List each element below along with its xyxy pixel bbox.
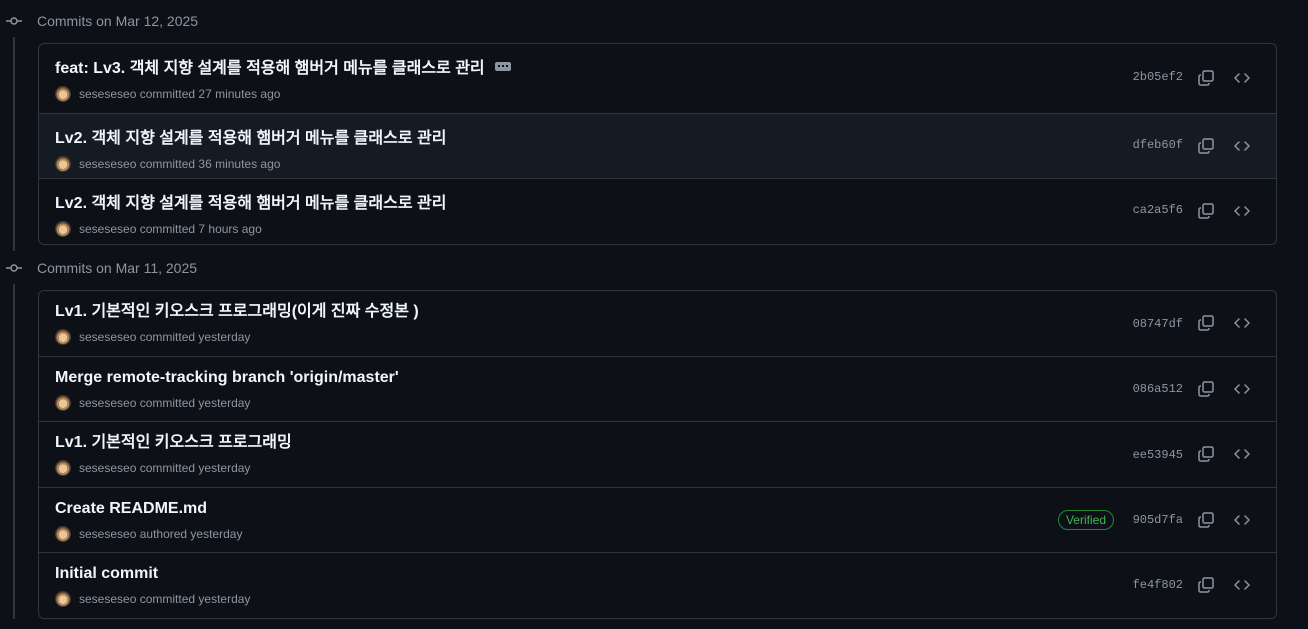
commit-message-link[interactable]: Lv1. 기본적인 키오스크 프로그래밍(이게 진짜 수정본 ) <box>55 302 419 322</box>
author-link[interactable]: seseseseo <box>79 330 136 344</box>
copy-icon <box>1198 577 1214 593</box>
code-icon <box>1234 449 1250 459</box>
copy-icon <box>1198 70 1214 86</box>
copy-icon <box>1198 203 1214 219</box>
author-link[interactable]: seseseseo <box>79 592 136 606</box>
commit-row: Initial commit seseseseo committed yeste… <box>39 552 1276 617</box>
code-icon <box>1234 580 1250 590</box>
copy-sha-button[interactable] <box>1194 199 1218 223</box>
commit-time: committed 36 minutes ago <box>139 157 281 171</box>
commit-row: Lv2. 객체 지향 설계를 적용해 햄버거 메뉴를 클래스로 관리 seses… <box>39 178 1276 243</box>
commit-row: feat: Lv3. 객체 지향 설계를 적용해 햄버거 메뉴를 클래스로 관리… <box>39 44 1276 113</box>
commit-time: committed yesterday <box>139 592 251 606</box>
commit-list: Lv1. 기본적인 키오스크 프로그래밍(이게 진짜 수정본 ) seseses… <box>38 290 1277 619</box>
copy-sha-button[interactable] <box>1194 377 1218 401</box>
copy-icon <box>1198 138 1214 154</box>
commit-sha[interactable]: ee53945 <box>1133 448 1183 462</box>
commit-message-link[interactable]: Initial commit <box>55 564 158 584</box>
commit-sha[interactable]: ca2a5f6 <box>1133 203 1183 217</box>
code-icon <box>1234 318 1250 328</box>
copy-icon <box>1198 381 1214 397</box>
author-link[interactable]: seseseseo <box>79 222 136 236</box>
commit-sha[interactable]: 086a512 <box>1133 382 1183 396</box>
group-title: Commits on Mar 11, 2025 <box>37 260 198 276</box>
commit-sha[interactable]: fe4f802 <box>1133 578 1183 592</box>
author-link[interactable]: seseseseo <box>79 527 136 541</box>
timeline-line <box>13 284 15 619</box>
copy-sha-button[interactable] <box>1194 508 1218 532</box>
commit-message-link[interactable]: Lv1. 기본적인 키오스크 프로그래밍 <box>55 433 292 453</box>
commit-sha[interactable]: 2b05ef2 <box>1133 70 1183 84</box>
copy-sha-button[interactable] <box>1194 134 1218 158</box>
avatar[interactable] <box>55 329 71 345</box>
git-commit-icon <box>6 264 22 272</box>
commit-list: feat: Lv3. 객체 지향 설계를 적용해 햄버거 메뉴를 클래스로 관리… <box>38 43 1277 245</box>
commit-sha[interactable]: 08747df <box>1133 317 1183 331</box>
kebab-horizontal-icon[interactable] <box>494 62 511 72</box>
commit-row: Lv1. 기본적인 키오스크 프로그래밍 seseseseo committed… <box>39 421 1276 487</box>
browse-repo-button[interactable] <box>1230 66 1254 90</box>
commit-meta: seseseseo committed yesterday <box>55 329 250 345</box>
commit-time: committed 7 hours ago <box>139 222 262 236</box>
author-link[interactable]: seseseseo <box>79 396 136 410</box>
commit-row: Lv2. 객체 지향 설계를 적용해 햄버거 메뉴를 클래스로 관리 seses… <box>39 113 1276 178</box>
copy-icon <box>1198 315 1214 331</box>
commit-sha[interactable]: dfeb60f <box>1133 138 1183 152</box>
code-icon <box>1234 384 1250 394</box>
copy-sha-button[interactable] <box>1194 442 1218 466</box>
commit-meta: seseseseo committed 7 hours ago <box>55 221 262 237</box>
avatar[interactable] <box>55 526 71 542</box>
commit-meta: seseseseo committed yesterday <box>55 591 250 607</box>
commit-message-link[interactable]: Lv2. 객체 지향 설계를 적용해 햄버거 메뉴를 클래스로 관리 <box>55 129 446 149</box>
code-icon <box>1234 515 1250 525</box>
commit-meta: seseseseo authored yesterday <box>55 526 242 542</box>
commit-row: Lv1. 기본적인 키오스크 프로그래밍(이게 진짜 수정본 ) seseses… <box>39 291 1276 356</box>
copy-sha-button[interactable] <box>1194 311 1218 335</box>
browse-repo-button[interactable] <box>1230 199 1254 223</box>
browse-repo-button[interactable] <box>1230 377 1254 401</box>
commit-meta: seseseseo committed 36 minutes ago <box>55 156 280 172</box>
commit-time: committed yesterday <box>139 330 251 344</box>
author-link[interactable]: seseseseo <box>79 461 136 475</box>
verified-badge[interactable]: Verified <box>1057 510 1114 530</box>
commit-meta: seseseseo committed yesterday <box>55 460 250 476</box>
avatar[interactable] <box>55 221 71 237</box>
avatar[interactable] <box>55 156 71 172</box>
timeline-line <box>13 37 15 251</box>
code-icon <box>1234 206 1250 216</box>
avatar[interactable] <box>55 86 71 102</box>
browse-repo-button[interactable] <box>1230 442 1254 466</box>
commit-sha[interactable]: 905d7fa <box>1133 513 1183 527</box>
code-icon <box>1234 73 1250 83</box>
commit-time: committed 27 minutes ago <box>139 87 281 101</box>
author-link[interactable]: seseseseo <box>79 157 136 171</box>
copy-sha-button[interactable] <box>1194 66 1218 90</box>
commit-time: committed yesterday <box>139 396 251 410</box>
avatar[interactable] <box>55 460 71 476</box>
commit-row: Merge remote-tracking branch 'origin/mas… <box>39 356 1276 421</box>
commit-meta: seseseseo committed 27 minutes ago <box>55 86 280 102</box>
browse-repo-button[interactable] <box>1230 311 1254 335</box>
commit-message-link[interactable]: Merge remote-tracking branch 'origin/mas… <box>55 368 399 388</box>
git-commit-icon <box>6 17 22 25</box>
commit-message-link[interactable]: feat: Lv3. 객체 지향 설계를 적용해 햄버거 메뉴를 클래스로 관리 <box>55 59 511 79</box>
commit-time: authored yesterday <box>139 527 243 541</box>
avatar[interactable] <box>55 395 71 411</box>
commit-message-link[interactable]: Create README.md <box>55 499 207 519</box>
group-title: Commits on Mar 12, 2025 <box>37 13 199 29</box>
copy-icon <box>1198 446 1214 462</box>
browse-repo-button[interactable] <box>1230 508 1254 532</box>
commit-meta: seseseseo committed yesterday <box>55 395 250 411</box>
avatar[interactable] <box>55 591 71 607</box>
copy-icon <box>1198 512 1214 528</box>
commit-message-link[interactable]: Lv2. 객체 지향 설계를 적용해 햄버거 메뉴를 클래스로 관리 <box>55 194 446 214</box>
browse-repo-button[interactable] <box>1230 134 1254 158</box>
code-icon <box>1234 141 1250 151</box>
commit-time: committed yesterday <box>139 461 251 475</box>
browse-repo-button[interactable] <box>1230 573 1254 597</box>
author-link[interactable]: seseseseo <box>79 87 136 101</box>
commit-row: Create README.md seseseseo authored yest… <box>39 487 1276 552</box>
copy-sha-button[interactable] <box>1194 573 1218 597</box>
